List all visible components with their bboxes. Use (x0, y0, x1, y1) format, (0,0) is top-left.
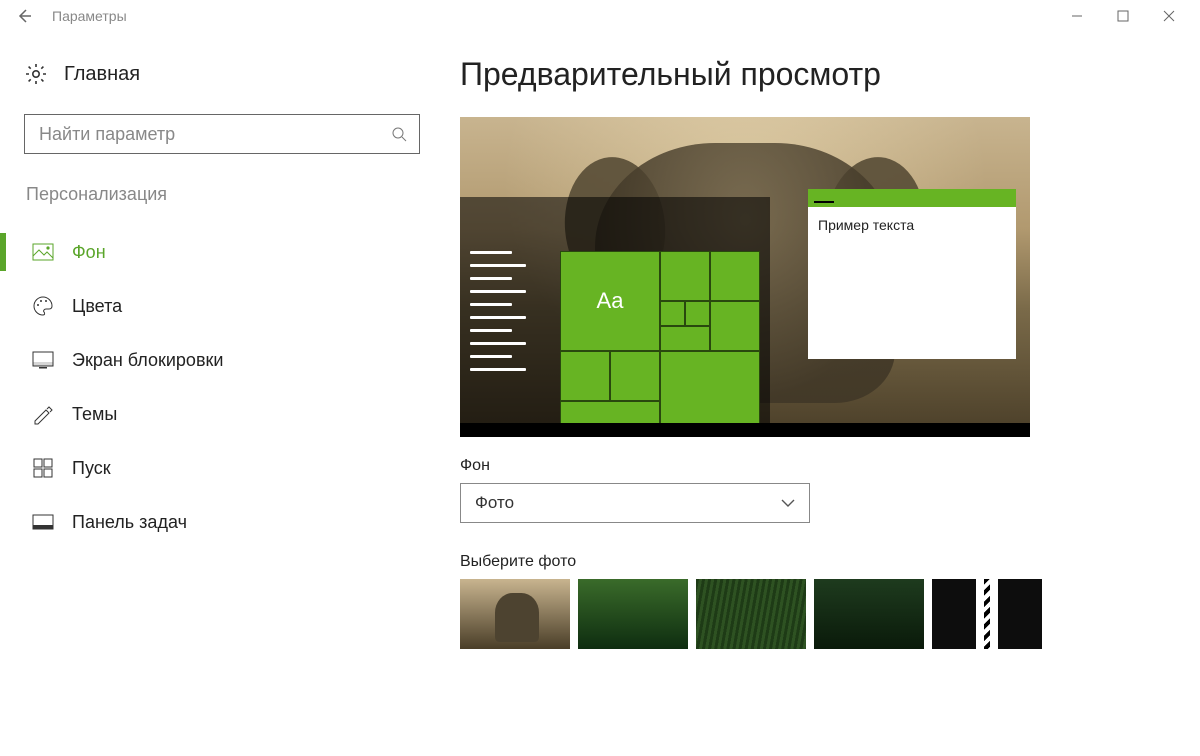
photo-thumbnails (460, 579, 1200, 649)
page-title: Предварительный просмотр (460, 56, 1200, 93)
preview-sample-text: Пример текста (808, 207, 1016, 243)
section-title: Персонализация (26, 184, 430, 205)
palette-icon (32, 295, 54, 317)
background-select-value: Фото (475, 493, 514, 513)
preview-start-panel: Aa (460, 197, 770, 437)
background-select[interactable]: Фото (460, 483, 810, 523)
sidebar-item-label: Пуск (72, 458, 111, 479)
back-arrow-icon (16, 8, 32, 24)
sidebar-item-label: Экран блокировки (72, 350, 223, 371)
background-label: Фон (460, 457, 1200, 475)
sidebar-item-label: Цвета (72, 296, 122, 317)
sidebar-item-label: Фон (72, 242, 106, 263)
choose-photo-label: Выберите фото (460, 553, 1200, 571)
maximize-button[interactable] (1100, 0, 1146, 32)
sidebar-item-colors[interactable]: Цвета (24, 279, 430, 333)
photo-thumb-2[interactable] (578, 579, 688, 649)
lockscreen-icon (32, 349, 54, 371)
search-input[interactable] (37, 123, 391, 146)
search-box[interactable] (24, 114, 420, 154)
minimize-button[interactable] (1054, 0, 1100, 32)
gear-icon (24, 62, 48, 86)
sidebar-item-taskbar[interactable]: Панель задач (24, 495, 430, 549)
settings-window: Параметры Главная Персонализация Фон (0, 0, 1200, 756)
themes-icon (32, 403, 54, 425)
desktop-preview: Aa Пример текста (460, 117, 1030, 437)
minimize-icon (1071, 10, 1083, 22)
taskbar-icon (32, 511, 54, 533)
chevron-down-icon (781, 498, 795, 508)
photo-thumb-3[interactable] (696, 579, 806, 649)
start-icon (32, 457, 54, 479)
window-title: Параметры (52, 8, 127, 24)
sidebar-item-label: Панель задач (72, 512, 187, 533)
home-link[interactable]: Главная (24, 62, 430, 86)
titlebar: Параметры (0, 0, 1200, 32)
content-area: Предварительный просмотр Aa (430, 32, 1200, 756)
close-button[interactable] (1146, 0, 1192, 32)
sidebar-item-background[interactable]: Фон (24, 225, 430, 279)
maximize-icon (1117, 10, 1129, 22)
photo-thumb-1[interactable] (460, 579, 570, 649)
sidebar-item-label: Темы (72, 404, 117, 425)
photo-thumb-5[interactable] (932, 579, 1042, 649)
sidebar-item-lockscreen[interactable]: Экран блокировки (24, 333, 430, 387)
picture-icon (32, 241, 54, 263)
sidebar-item-start[interactable]: Пуск (24, 441, 430, 495)
preview-tile-aa: Aa (560, 251, 660, 351)
search-icon (391, 126, 407, 142)
preview-sample-window: Пример текста (808, 189, 1016, 359)
back-button[interactable] (8, 8, 40, 24)
preview-taskbar (460, 423, 1030, 437)
sidebar-item-themes[interactable]: Темы (24, 387, 430, 441)
photo-thumb-4[interactable] (814, 579, 924, 649)
sidebar: Главная Персонализация Фон Цвета Экран б… (0, 32, 430, 756)
home-label: Главная (64, 63, 140, 86)
close-icon (1163, 10, 1175, 22)
